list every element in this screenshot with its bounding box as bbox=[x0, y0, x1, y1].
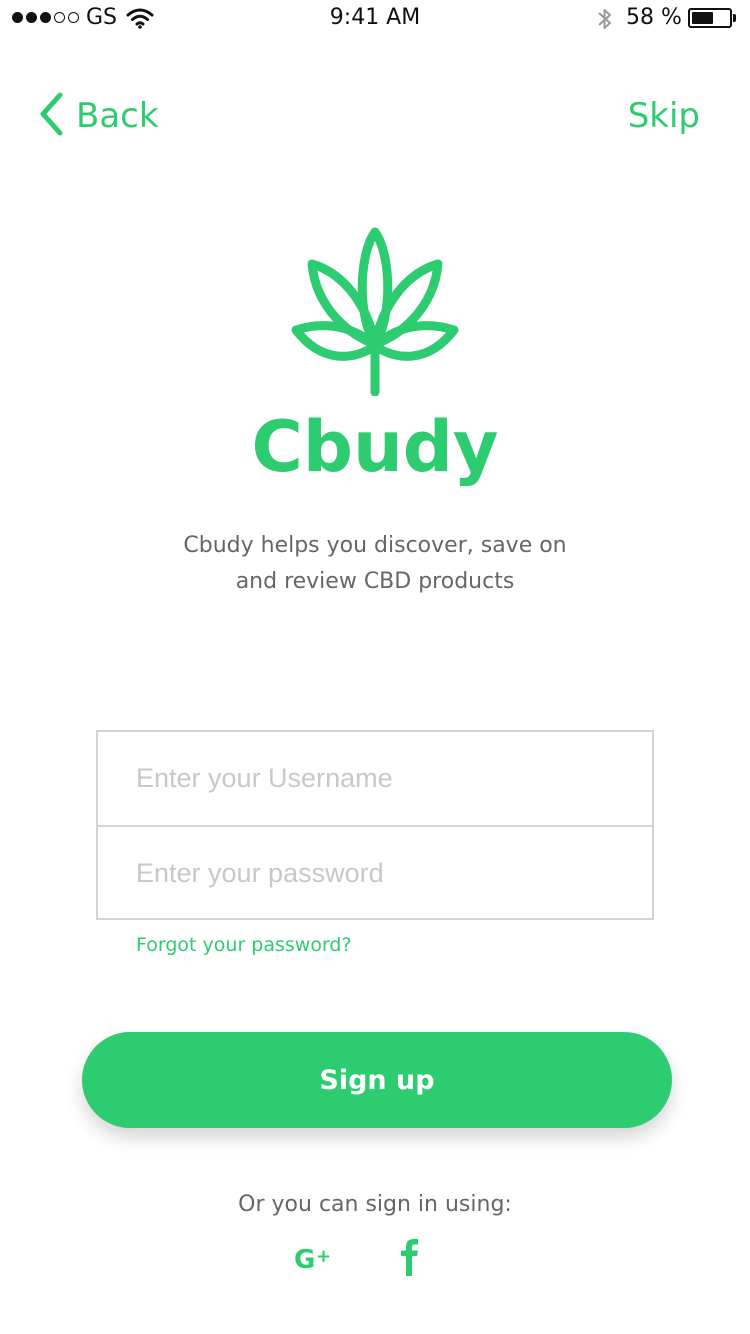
google-plus-icon[interactable]: G + bbox=[294, 1236, 342, 1280]
login-screen: GS 9:41 AM 58 % Back Skip Cbudy Cbudy he… bbox=[0, 0, 750, 1334]
sign-up-button[interactable]: Sign up bbox=[82, 1032, 672, 1128]
back-label: Back bbox=[76, 96, 159, 136]
login-form bbox=[96, 730, 654, 920]
bluetooth-icon bbox=[596, 6, 614, 36]
battery-icon bbox=[688, 8, 732, 28]
tagline-line-1: Cbudy helps you discover, save on bbox=[183, 533, 567, 558]
status-bar: GS 9:41 AM 58 % bbox=[0, 0, 750, 40]
svg-text:G: G bbox=[294, 1245, 315, 1275]
chevron-left-icon bbox=[38, 92, 64, 140]
battery-tip bbox=[733, 14, 736, 22]
cannabis-leaf-icon bbox=[290, 226, 460, 397]
app-name: Cbudy bbox=[251, 406, 499, 488]
facebook-icon[interactable] bbox=[392, 1236, 428, 1280]
forgot-password-link[interactable]: Forgot your password? bbox=[136, 930, 352, 960]
battery-level-fill bbox=[692, 12, 713, 24]
tagline: Cbudy helps you discover, save on and re… bbox=[0, 528, 750, 600]
tagline-line-2: and review CBD products bbox=[235, 569, 515, 594]
password-input[interactable] bbox=[98, 827, 652, 920]
back-button[interactable]: Back bbox=[38, 92, 159, 140]
svg-text:+: + bbox=[316, 1246, 331, 1267]
skip-button[interactable]: Skip bbox=[628, 92, 700, 140]
battery-percentage: 58 % bbox=[626, 5, 682, 30]
alt-signin-label: Or you can sign in using: bbox=[238, 1192, 512, 1217]
username-input[interactable] bbox=[98, 732, 652, 825]
